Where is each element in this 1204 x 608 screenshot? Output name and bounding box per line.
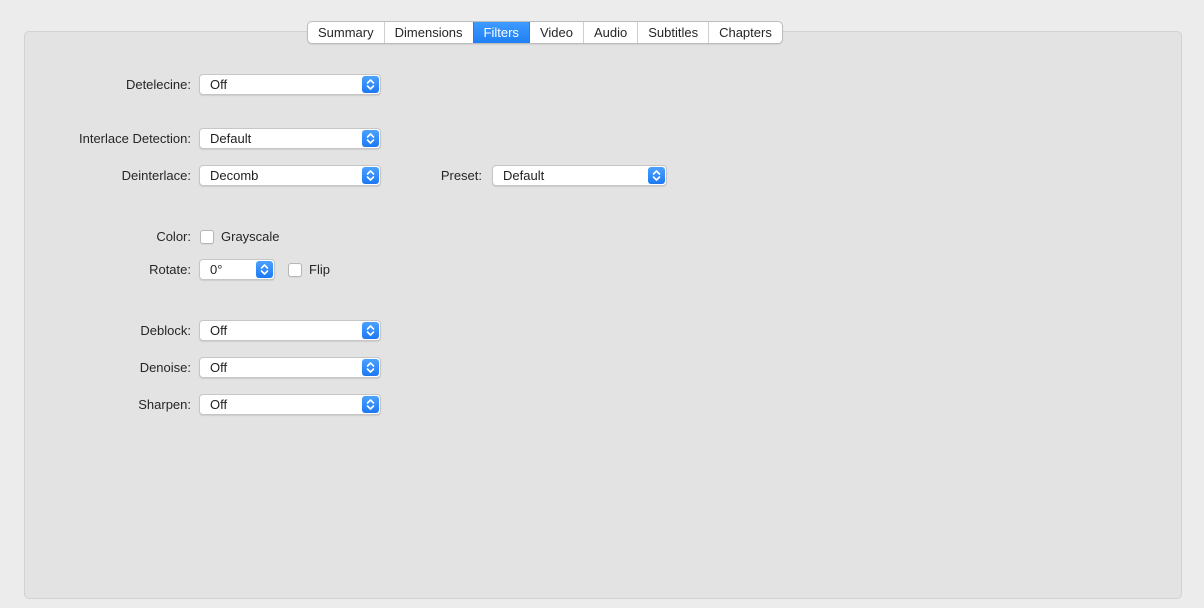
deinterlace-popup[interactable]: Decomb <box>199 165 381 186</box>
chevron-up-down-icon <box>362 396 379 413</box>
deblock-label: Deblock: <box>140 323 191 338</box>
rotate-label: Rotate: <box>149 262 191 277</box>
filters-panel <box>24 31 1182 599</box>
preset-label: Preset: <box>440 168 482 183</box>
deblock-popup[interactable]: Off <box>199 320 381 341</box>
preset-value: Default <box>503 168 545 183</box>
tab-filters[interactable]: Filters <box>472 22 529 43</box>
deinterlace-value: Decomb <box>210 168 259 183</box>
denoise-value: Off <box>210 360 228 375</box>
chevron-up-down-icon <box>648 167 665 184</box>
chevron-up-down-icon <box>362 322 379 339</box>
sharpen-label: Sharpen: <box>138 397 191 412</box>
interlace-detection-value: Default <box>210 131 252 146</box>
tab-subtitles[interactable]: Subtitles <box>637 22 708 43</box>
chevron-up-down-icon <box>362 130 379 147</box>
denoise-label: Denoise: <box>139 360 191 375</box>
sharpen-popup[interactable]: Off <box>199 394 381 415</box>
grayscale-checkbox[interactable] <box>200 230 214 244</box>
denoise-popup[interactable]: Off <box>199 357 381 378</box>
rotate-value: 0° <box>210 262 223 277</box>
chevron-up-down-icon <box>362 359 379 376</box>
tab-summary[interactable]: Summary <box>308 22 384 43</box>
tab-video[interactable]: Video <box>528 22 583 43</box>
interlace-detection-label: Interlace Detection: <box>78 131 191 146</box>
tab-audio[interactable]: Audio <box>582 22 637 43</box>
sharpen-value: Off <box>210 397 228 412</box>
detelecine-popup[interactable]: Off <box>199 74 381 95</box>
grayscale-label: Grayscale <box>221 229 280 244</box>
chevron-up-down-icon <box>362 76 379 93</box>
chevron-up-down-icon <box>256 261 273 278</box>
interlace-detection-popup[interactable]: Default <box>199 128 381 149</box>
color-label: Color: <box>156 229 191 244</box>
flip-checkbox[interactable] <box>288 263 302 277</box>
deblock-value: Off <box>210 323 228 338</box>
tab-bar: Summary Dimensions Filters Video Audio S… <box>307 21 783 44</box>
detelecine-label: Detelecine: <box>125 77 191 92</box>
tab-chapters[interactable]: Chapters <box>708 22 782 43</box>
chevron-up-down-icon <box>362 167 379 184</box>
flip-label: Flip <box>309 262 330 277</box>
detelecine-value: Off <box>210 77 228 92</box>
rotate-popup[interactable]: 0° <box>199 259 275 280</box>
tab-dimensions[interactable]: Dimensions <box>383 22 473 43</box>
deinterlace-label: Deinterlace: <box>121 168 191 183</box>
preset-popup[interactable]: Default <box>492 165 667 186</box>
